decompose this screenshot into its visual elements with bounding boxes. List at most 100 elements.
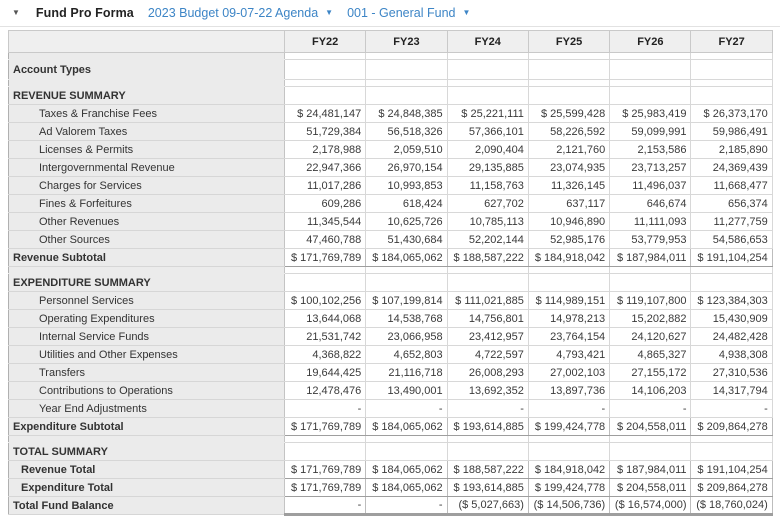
cell-fy22 (285, 436, 366, 443)
cell-fy26 (610, 443, 691, 461)
cell-fy22: 4,368,822 (285, 346, 366, 364)
cell-fy25: 11,326,145 (528, 177, 609, 195)
cell-fy27 (691, 274, 772, 292)
cell-fy22 (285, 267, 366, 274)
table-row: Taxes & Franchise Fees$ 24,481,147$ 24,8… (9, 105, 773, 123)
cell-fy23: 10,625,726 (366, 213, 447, 231)
cell-fy26: 4,865,327 (610, 346, 691, 364)
cell-fy24: $ 188,587,222 (447, 249, 528, 267)
cell-fy24: 14,756,801 (447, 310, 528, 328)
page-title: Fund Pro Forma (36, 6, 134, 20)
cell-fy24: 4,722,597 (447, 346, 528, 364)
cell-fy24: 13,692,352 (447, 382, 528, 400)
table-row: Licenses & Permits2,178,9882,059,5102,09… (9, 141, 773, 159)
cell-fy27: $ 26,373,170 (691, 105, 772, 123)
cell-fy27 (691, 87, 772, 105)
table-row: Internal Service Funds21,531,74223,066,9… (9, 328, 773, 346)
cell-fy26 (610, 87, 691, 105)
cell-fy24: - (447, 400, 528, 418)
cell-fy25: 14,978,213 (528, 310, 609, 328)
cell-fy27: 11,277,759 (691, 213, 772, 231)
row-label: Intergovernmental Revenue (9, 159, 285, 177)
corner-header-cell (9, 31, 285, 53)
cell-fy24: $ 193,614,885 (447, 479, 528, 497)
cell-fy24: ($ 5,027,663) (447, 497, 528, 515)
cell-fy25: 10,946,890 (528, 213, 609, 231)
column-header-fy25: FY25 (528, 31, 609, 53)
chevron-down-icon: ▼ (462, 9, 470, 17)
cell-fy25 (528, 436, 609, 443)
row-label: Account Types (9, 60, 285, 80)
cell-fy23: 13,490,001 (366, 382, 447, 400)
cell-fy27 (691, 80, 772, 87)
pro-forma-table: FY22FY23FY24FY25FY26FY27 Account TypesRE… (8, 30, 773, 516)
cell-fy26: 14,106,203 (610, 382, 691, 400)
cell-fy26: 11,496,037 (610, 177, 691, 195)
row-label: Operating Expenditures (9, 310, 285, 328)
cell-fy24 (447, 274, 528, 292)
pro-forma-table-container: FY22FY23FY24FY25FY26FY27 Account TypesRE… (8, 30, 772, 516)
table-row (9, 80, 773, 87)
table-row: Transfers19,644,42521,116,71826,008,2932… (9, 364, 773, 382)
cell-fy26: - (610, 400, 691, 418)
fund-label: 001 - General Fund (347, 6, 455, 20)
cell-fy22: 11,345,544 (285, 213, 366, 231)
cell-fy25: $ 199,424,778 (528, 418, 609, 436)
cell-fy23: 14,538,768 (366, 310, 447, 328)
cell-fy24: 57,366,101 (447, 123, 528, 141)
cell-fy22: $ 100,102,256 (285, 292, 366, 310)
cell-fy22: 13,644,068 (285, 310, 366, 328)
table-row: Operating Expenditures13,644,06814,538,7… (9, 310, 773, 328)
cell-fy26: 646,674 (610, 195, 691, 213)
cell-fy27: $ 191,104,254 (691, 461, 772, 479)
row-label: TOTAL SUMMARY (9, 443, 285, 461)
cell-fy22: 11,017,286 (285, 177, 366, 195)
cell-fy26: $ 187,984,011 (610, 249, 691, 267)
cell-fy22: 2,178,988 (285, 141, 366, 159)
table-row: Utilities and Other Expenses4,368,8224,6… (9, 346, 773, 364)
cell-fy25: ($ 14,506,736) (528, 497, 609, 515)
cell-fy22: $ 171,769,789 (285, 418, 366, 436)
cell-fy26 (610, 53, 691, 60)
cell-fy25: 4,793,421 (528, 346, 609, 364)
cell-fy23: 56,518,326 (366, 123, 447, 141)
row-label: REVENUE SUMMARY (9, 87, 285, 105)
row-label: Other Sources (9, 231, 285, 249)
row-label: Other Revenues (9, 213, 285, 231)
cell-fy26: 24,120,627 (610, 328, 691, 346)
table-row: Personnel Services$ 100,102,256$ 107,199… (9, 292, 773, 310)
cell-fy26 (610, 274, 691, 292)
cell-fy26 (610, 80, 691, 87)
row-label: Charges for Services (9, 177, 285, 195)
collapse-caret-icon[interactable]: ▼ (10, 7, 22, 19)
budget-version-dropdown[interactable]: 2023 Budget 09-07-22 Agenda ▼ (148, 6, 333, 20)
cell-fy24: 23,412,957 (447, 328, 528, 346)
row-label (9, 53, 285, 60)
cell-fy26: 27,155,172 (610, 364, 691, 382)
cell-fy27: 24,369,439 (691, 159, 772, 177)
cell-fy22: 19,644,425 (285, 364, 366, 382)
cell-fy26 (610, 267, 691, 274)
cell-fy22: 12,478,476 (285, 382, 366, 400)
cell-fy23 (366, 60, 447, 80)
cell-fy24: 26,008,293 (447, 364, 528, 382)
cell-fy22 (285, 80, 366, 87)
row-label: Revenue Total (9, 461, 285, 479)
cell-fy25: 27,002,103 (528, 364, 609, 382)
cell-fy25 (528, 443, 609, 461)
chevron-down-icon: ▼ (325, 9, 333, 17)
row-label: Internal Service Funds (9, 328, 285, 346)
cell-fy23: $ 184,065,062 (366, 249, 447, 267)
table-row (9, 267, 773, 274)
row-label: Personnel Services (9, 292, 285, 310)
cell-fy23 (366, 267, 447, 274)
cell-fy23 (366, 87, 447, 105)
table-row: Charges for Services11,017,28610,993,853… (9, 177, 773, 195)
cell-fy27: 14,317,794 (691, 382, 772, 400)
cell-fy22: 47,460,788 (285, 231, 366, 249)
cell-fy27: - (691, 400, 772, 418)
cell-fy23 (366, 436, 447, 443)
cell-fy22: $ 171,769,789 (285, 461, 366, 479)
row-label: Contributions to Operations (9, 382, 285, 400)
fund-dropdown[interactable]: 001 - General Fund ▼ (347, 6, 470, 20)
